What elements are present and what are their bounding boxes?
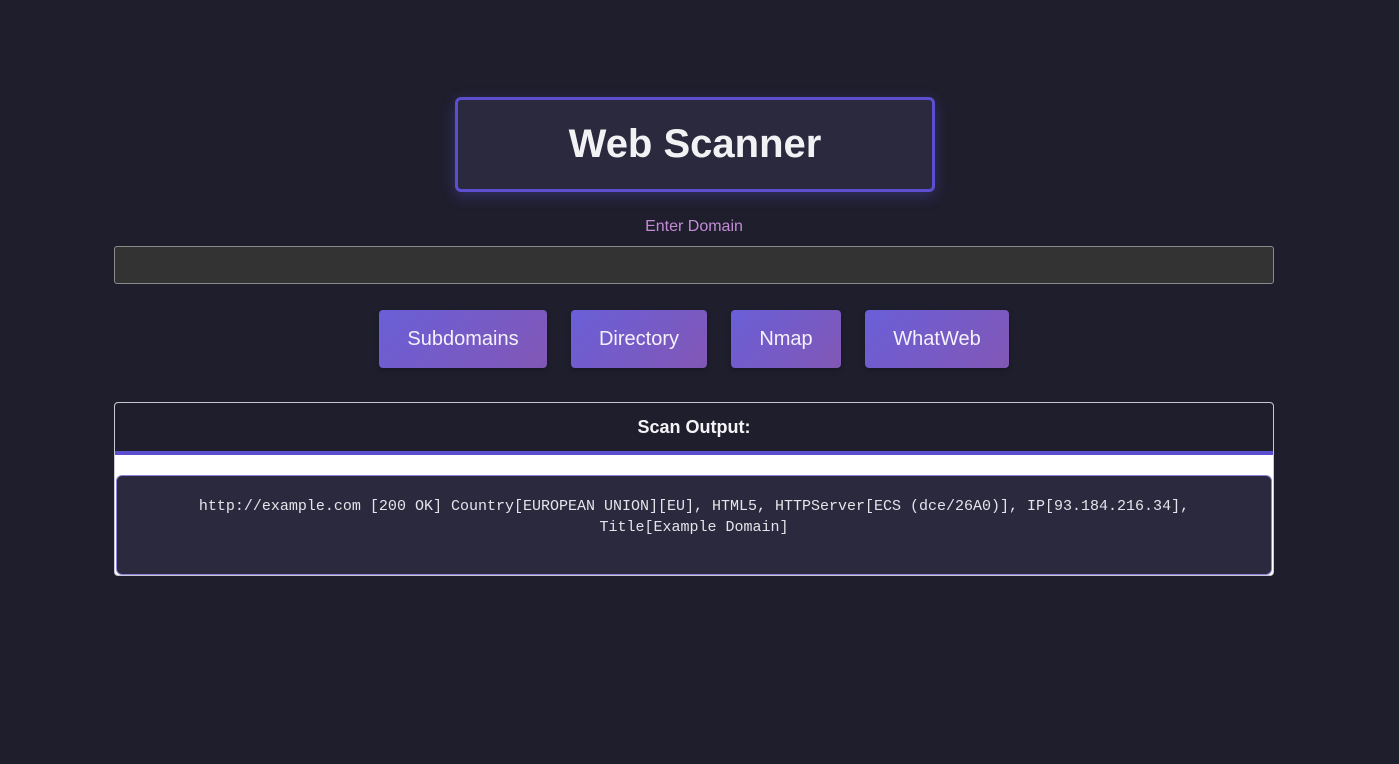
directory-button[interactable]: Directory — [571, 310, 707, 368]
web-scanner-page: Web Scanner Enter Domain Subdomains Dire… — [0, 0, 1399, 764]
domain-input[interactable] — [114, 246, 1274, 284]
scan-output-header: Scan Output: — [115, 403, 1273, 455]
whatweb-button[interactable]: WhatWeb — [865, 310, 1009, 368]
domain-label: Enter Domain — [645, 218, 743, 235]
title-card: Web Scanner — [455, 97, 935, 192]
scan-output-heading: Scan Output: — [637, 416, 751, 437]
nmap-button[interactable]: Nmap — [731, 310, 841, 368]
page-title: Web Scanner — [568, 122, 822, 166]
scan-output-panel: Scan Output: http://example.com [200 OK]… — [114, 402, 1274, 576]
subdomains-button[interactable]: Subdomains — [379, 310, 547, 368]
scan-output-text: http://example.com [200 OK] Country[EURO… — [116, 475, 1272, 575]
